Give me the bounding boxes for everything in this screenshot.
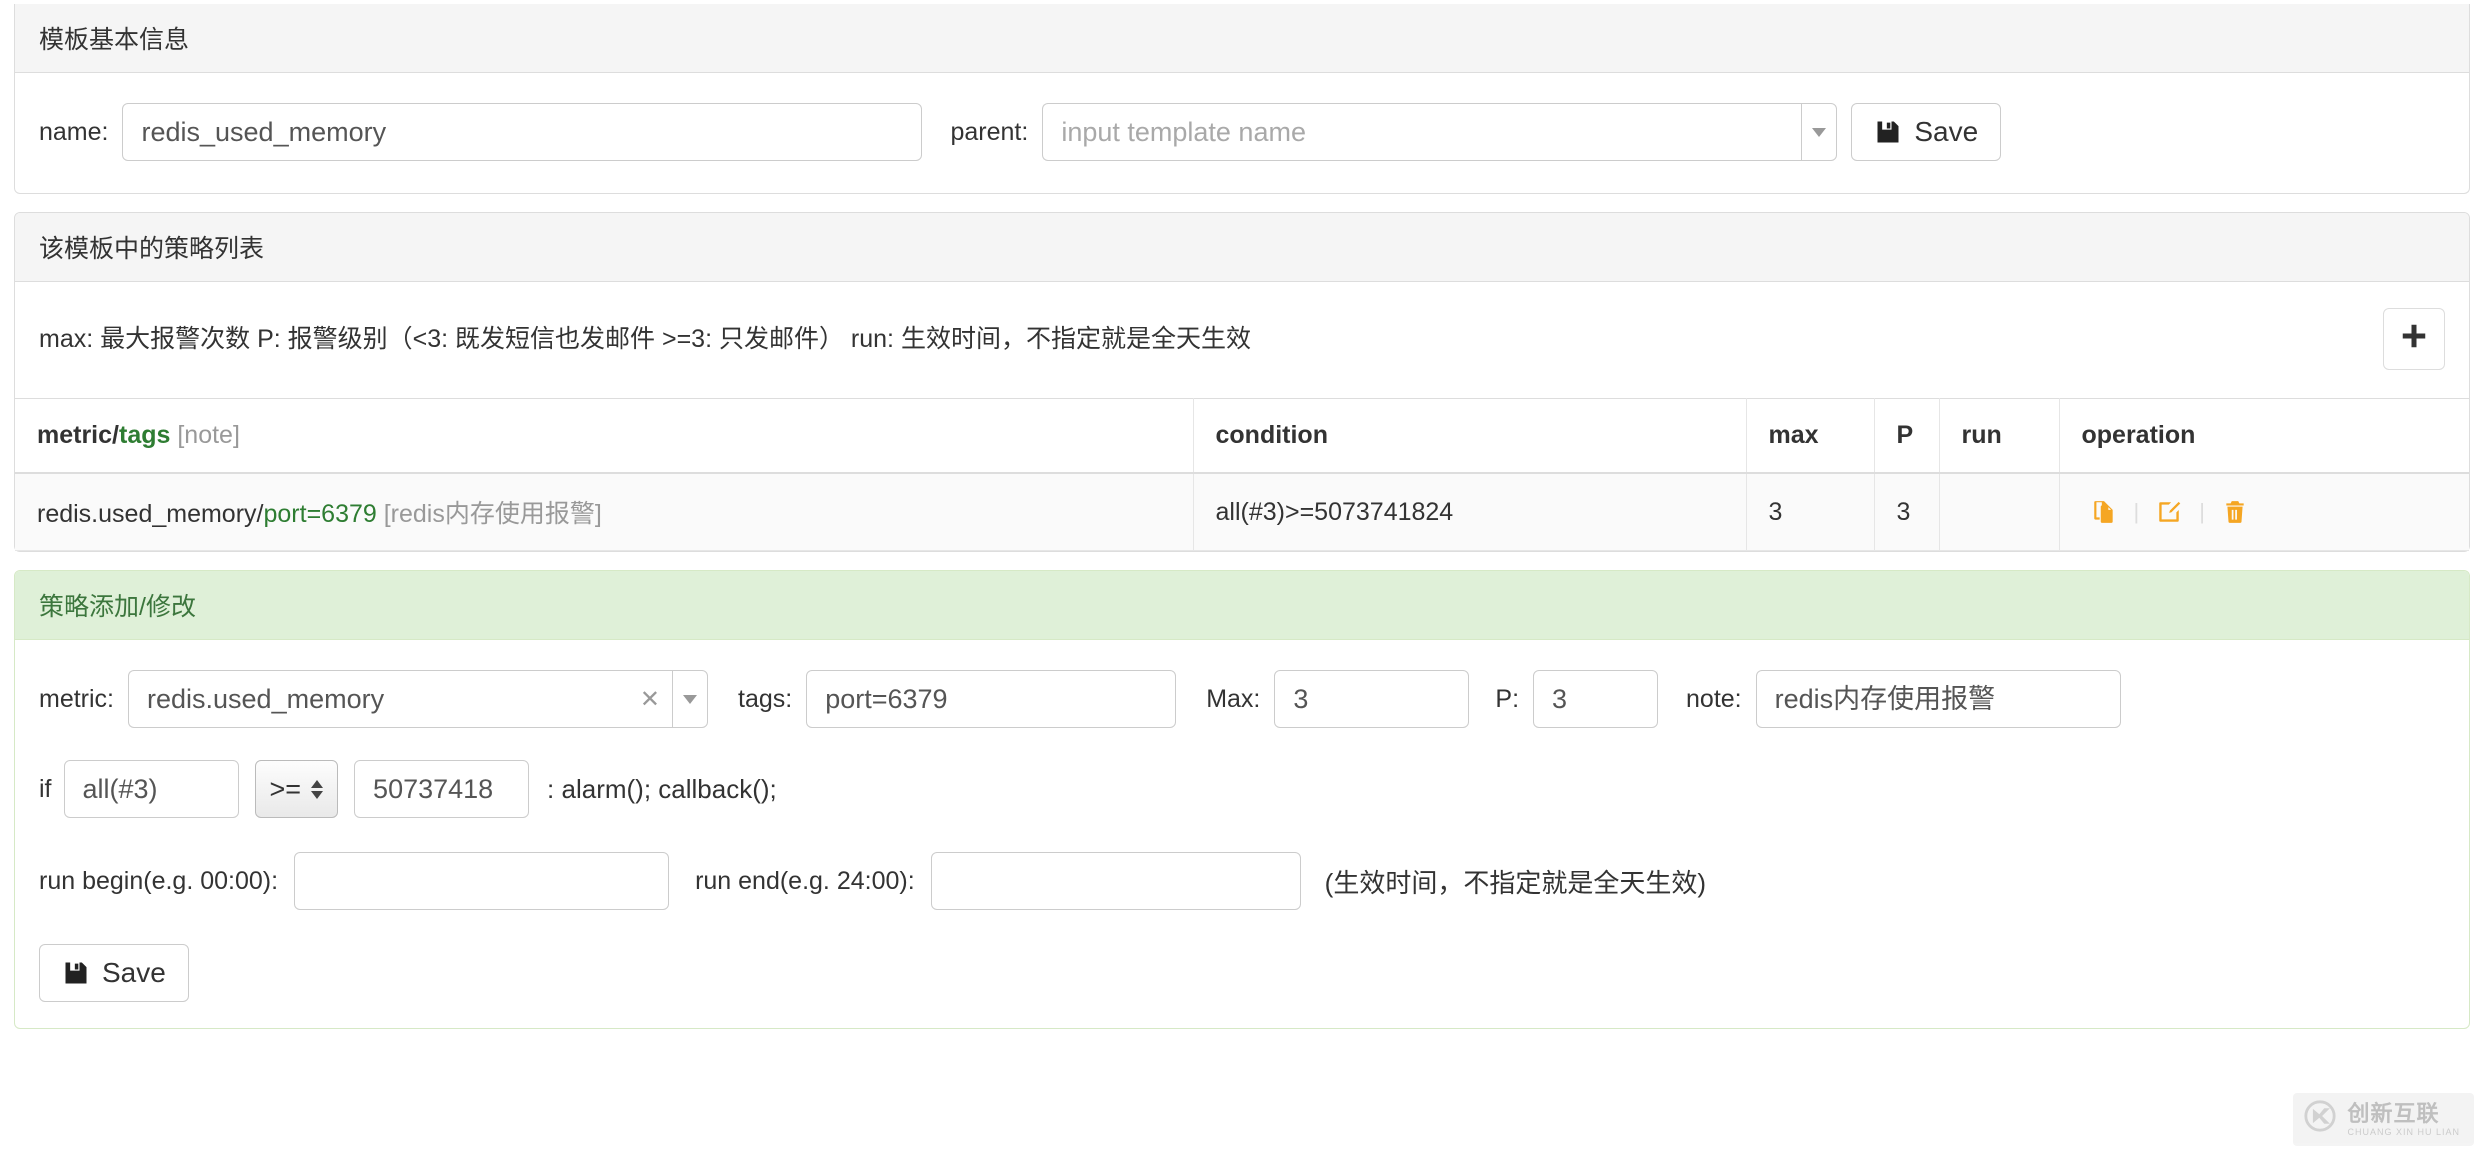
cell-condition: all(#3)>=5073741824 <box>1193 473 1747 551</box>
floppy-disk-icon <box>62 959 90 987</box>
cell-max: 3 <box>1746 473 1875 551</box>
metric-value[interactable]: redis.used_memory ✕ <box>128 670 672 728</box>
note-input[interactable]: redis内存使用报警 <box>1755 670 2121 728</box>
cell-run <box>1939 473 2060 551</box>
row-tags: port=6379 <box>263 500 377 528</box>
metric-select[interactable]: redis.used_memory ✕ <box>128 670 708 728</box>
run-begin-label: run begin(e.g. 00:00): <box>39 866 279 895</box>
column-tags-label: tags <box>119 421 171 449</box>
note-label: note: <box>1686 684 1742 713</box>
operation-separator-2: | <box>2199 499 2205 524</box>
function-input[interactable]: all(#3) <box>63 760 239 818</box>
run-time-row: run begin(e.g. 00:00): run end(e.g. 24:0… <box>39 852 2445 910</box>
chevron-down-icon[interactable] <box>1801 103 1838 161</box>
watermark-cn: 创新互联 <box>2347 1100 2440 1126</box>
template-save-label: Save <box>1914 116 1979 147</box>
strategy-edit-panel: 策略添加/修改 metric: redis.used_memory ✕ tags… <box>14 570 2470 1029</box>
edit-icon[interactable] <box>2147 499 2191 525</box>
watermark: 创新互联 CHUANG XIN HU LIAN <box>2293 1093 2474 1146</box>
template-info-panel: 模板基本信息 name: redis_used_memory parent: i… <box>14 4 2470 194</box>
max-label: Max: <box>1206 684 1261 713</box>
table-row: redis.used_memory/port=6379 [redis内存使用报警… <box>15 473 2469 551</box>
template-info-form: name: redis_used_memory parent: input te… <box>39 103 2445 161</box>
column-condition: condition <box>1193 398 1747 474</box>
template-save-button[interactable]: Save <box>1851 103 2002 161</box>
plus-icon <box>2399 321 2429 358</box>
metric-row: metric: redis.used_memory ✕ tags: port=6… <box>39 670 2445 728</box>
column-note-label: [note] <box>177 421 240 449</box>
run-begin-input[interactable] <box>294 852 670 910</box>
table-header-row: metric/tags [note] condition max P run o… <box>15 398 2469 474</box>
run-end-input[interactable] <box>930 852 1301 910</box>
close-icon[interactable]: ✕ <box>630 685 660 714</box>
cell-p: 3 <box>1874 473 1940 551</box>
run-time-hint: (生效时间，不指定就是全天生效) <box>1324 867 1706 898</box>
clone-icon[interactable] <box>2082 499 2126 525</box>
column-run: run <box>1939 398 2060 474</box>
column-metric-tags-note: metric/tags [note] <box>15 398 1194 474</box>
threshold-input[interactable]: 50737418 <box>354 760 530 818</box>
watermark-en: CHUANG XIN HU LIAN <box>2347 1126 2460 1137</box>
cx-logo-icon <box>2303 1099 2337 1140</box>
edit-save-row: Save <box>39 944 2445 1002</box>
condition-row: if all(#3) >= 50737418 : alarm(); callba… <box>39 760 2445 818</box>
strategy-legend-row: max: 最大报警次数 P: 报警级别（<3: 既发短信也发邮件 >=3: 只发… <box>15 282 2469 398</box>
cell-metric-tags-note: redis.used_memory/port=6379 [redis内存使用报警… <box>15 473 1194 551</box>
column-metric-label: metric <box>37 421 113 449</box>
template-name-input[interactable]: redis_used_memory <box>122 103 923 161</box>
column-slash: / <box>112 421 119 449</box>
operation-buttons: | | <box>2082 499 2448 525</box>
parent-template-select[interactable]: input template name <box>1042 103 1838 161</box>
operator-select[interactable]: >= <box>254 760 339 818</box>
metric-label: metric: <box>39 684 114 713</box>
strategy-list-header: 该模板中的策略列表 <box>15 213 2469 282</box>
p-label: P: <box>1495 684 1520 713</box>
strategy-legend: max: 最大报警次数 P: 报警级别（<3: 既发短信也发邮件 >=3: 只发… <box>39 324 1251 353</box>
max-input[interactable]: 3 <box>1274 670 1470 728</box>
metric-value-text: redis.used_memory <box>147 683 385 714</box>
tags-input[interactable]: port=6379 <box>806 670 1177 728</box>
column-max: max <box>1746 398 1875 474</box>
strategy-save-label: Save <box>102 957 166 988</box>
operator-value: >= <box>269 773 302 804</box>
add-strategy-button[interactable] <box>2383 308 2445 370</box>
run-end-label: run end(e.g. 24:00): <box>695 866 915 895</box>
strategy-table: metric/tags [note] condition max P run o… <box>15 398 2469 551</box>
name-label: name: <box>39 117 109 146</box>
watermark-text: 创新互联 CHUANG XIN HU LIAN <box>2347 1100 2460 1137</box>
action-text: : alarm(); callback(); <box>547 773 777 804</box>
row-metric: redis.used_memory/ <box>37 500 264 528</box>
spinner-arrows-icon <box>311 779 324 799</box>
floppy-disk-icon <box>1874 118 1902 146</box>
operation-separator-1: | <box>2133 499 2140 524</box>
cell-operation: | | <box>2059 473 2469 551</box>
column-p: P <box>1874 398 1940 474</box>
tags-label: tags: <box>738 684 793 713</box>
if-label: if <box>39 774 52 803</box>
parent-template-value[interactable]: input template name <box>1042 103 1802 161</box>
strategy-edit-header: 策略添加/修改 <box>15 571 2469 640</box>
column-operation: operation <box>2059 398 2469 474</box>
strategy-save-button[interactable]: Save <box>39 944 189 1002</box>
strategy-list-panel: 该模板中的策略列表 max: 最大报警次数 P: 报警级别（<3: 既发短信也发… <box>14 212 2470 552</box>
parent-label: parent: <box>950 117 1029 146</box>
template-info-header: 模板基本信息 <box>15 4 2469 73</box>
delete-icon[interactable] <box>2213 499 2257 525</box>
chevron-down-icon[interactable] <box>672 670 708 728</box>
p-input[interactable]: 3 <box>1533 670 1659 728</box>
row-note: [redis内存使用报警] <box>376 500 602 528</box>
